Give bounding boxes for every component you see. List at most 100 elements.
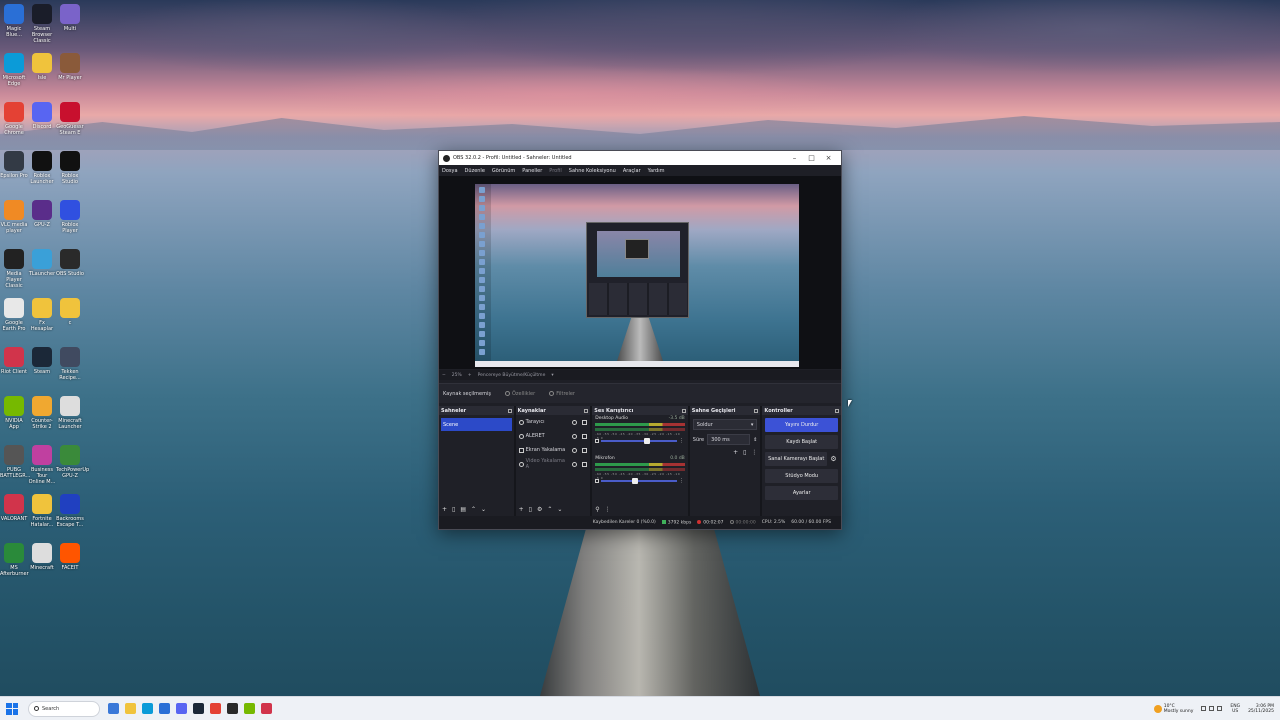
desktop-icon[interactable]: GPU-Z <box>28 198 56 242</box>
eye-icon[interactable] <box>572 419 578 425</box>
eye-icon[interactable] <box>572 447 578 453</box>
eye-icon[interactable] <box>572 433 578 439</box>
taskbar-app-icon[interactable] <box>108 703 119 714</box>
desktop-icon[interactable]: Minecraft Launcher <box>56 394 84 438</box>
lock-icon[interactable] <box>582 461 588 467</box>
desktop-icon[interactable]: Riot Client <box>0 345 28 389</box>
desktop-icon[interactable]: Discord <box>28 100 56 144</box>
taskbar-app-icon[interactable] <box>227 703 238 714</box>
move-down-icon[interactable]: ⌄ <box>481 506 486 513</box>
desktop-icon[interactable]: Roblox Player <box>56 198 84 242</box>
volume-knob[interactable] <box>632 477 639 484</box>
scale-mode[interactable]: Pencereye Büyütme/Küçültme <box>478 373 546 378</box>
taskbar-app-icon[interactable] <box>244 703 255 714</box>
volume-icon[interactable] <box>1217 706 1223 711</box>
add-icon[interactable]: + <box>519 506 524 513</box>
chevron-down-icon[interactable]: ▾ <box>551 373 553 378</box>
source-item-video-capture[interactable]: Video Yakalama A <box>516 457 591 471</box>
volume-slider[interactable] <box>601 477 677 484</box>
menu-file[interactable]: Dosya <box>442 168 458 174</box>
weather-widget[interactable]: 10°C Mostly sunny <box>1153 704 1193 714</box>
dock-float-icon[interactable] <box>507 408 512 413</box>
obs-titlebar[interactable]: OBS 32.0.2 - Profil: Untitled - Sahneler… <box>439 151 841 165</box>
volume-knob[interactable] <box>643 437 650 444</box>
trash-icon[interactable]: ▯ <box>529 506 532 513</box>
desktop-icon[interactable]: Roblox Launcher <box>28 149 56 193</box>
more-icon[interactable]: ⋮ <box>751 449 757 456</box>
dock-float-icon[interactable] <box>584 408 589 413</box>
source-item-aleret[interactable]: ALERET <box>516 429 591 443</box>
duration-input[interactable]: 300 ms <box>707 434 751 445</box>
desktop-icon[interactable]: PUBG BATTLEGR... <box>0 443 30 487</box>
desktop-icon[interactable]: Isle <box>28 51 56 95</box>
zoom-out-icon[interactable]: − <box>442 373 446 378</box>
move-up-icon[interactable]: ⌃ <box>471 506 476 513</box>
start-virtual-camera-button[interactable]: Sanal Kamerayı Başlat <box>765 452 827 466</box>
desktop-icon[interactable]: OBS Studio <box>56 247 84 291</box>
eye-hidden-icon[interactable] <box>572 461 578 467</box>
scene-list-item[interactable]: Scene <box>441 418 512 431</box>
gear-icon[interactable]: ⚙ <box>829 452 838 466</box>
desktop-icon[interactable]: Roblox Studio <box>56 149 84 193</box>
dock-float-icon[interactable] <box>681 408 686 413</box>
desktop-icon[interactable]: Mr Player <box>56 51 84 95</box>
menu-view[interactable]: Görünüm <box>492 168 515 174</box>
volume-slider[interactable] <box>601 437 677 444</box>
taskbar-search[interactable]: Search <box>28 700 100 717</box>
desktop-icon[interactable]: TechPowerUp GPU-Z <box>56 443 89 487</box>
desktop-icon[interactable]: MS Afterburner <box>0 541 29 585</box>
desktop-icon[interactable]: Google Chrome <box>0 100 28 144</box>
add-icon[interactable]: + <box>442 506 447 513</box>
speaker-icon[interactable] <box>595 478 600 483</box>
properties-icon[interactable]: ▤ <box>460 506 466 513</box>
taskbar-app-icon[interactable] <box>159 703 170 714</box>
desktop-icon[interactable]: TLauncher <box>28 247 56 291</box>
taskbar-app-icon[interactable] <box>176 703 187 714</box>
wifi-icon[interactable] <box>1209 706 1215 711</box>
desktop-icon[interactable]: Tekken Recipe... <box>56 345 84 389</box>
maximize-icon[interactable]: □ <box>803 154 820 162</box>
taskbar-app-icon[interactable] <box>261 703 272 714</box>
obs-window[interactable]: OBS 32.0.2 - Profil: Untitled - Sahneler… <box>438 150 842 530</box>
desktop-icon[interactable]: Business Tour Online M... <box>28 443 56 487</box>
stop-streaming-button[interactable]: Yayını Durdur <box>765 418 838 432</box>
menu-help[interactable]: Yardım <box>648 168 665 174</box>
menu-scene-collection[interactable]: Sahne Koleksiyonu <box>569 168 616 174</box>
windows-start-icon[interactable] <box>6 702 18 715</box>
desktop-icon[interactable]: Counter-Strike 2 <box>28 394 56 438</box>
desktop-icon[interactable]: FACEIT <box>56 541 84 585</box>
taskbar-app-icon[interactable] <box>210 703 221 714</box>
stepper-icon[interactable]: ⇕ <box>753 437 757 443</box>
dock-float-icon[interactable] <box>835 408 839 413</box>
taskbar-app-icon[interactable] <box>125 703 136 714</box>
preview-canvas[interactable] <box>475 184 799 367</box>
taskbar-app-icon[interactable] <box>193 703 204 714</box>
link-icon[interactable]: ⚲ <box>595 506 599 513</box>
desktop-icon[interactable]: Steam Browser Classic <box>28 2 56 46</box>
more-icon[interactable]: ⋮ <box>605 506 611 513</box>
source-item-display-capture[interactable]: Ekran Yakalama <box>516 443 591 457</box>
more-icon[interactable]: ⋮ <box>679 478 685 484</box>
menu-profile[interactable]: Profil <box>549 168 561 174</box>
language-indicator[interactable]: ENG US <box>1230 704 1240 714</box>
lock-icon[interactable] <box>582 433 588 439</box>
menu-tools[interactable]: Araçlar <box>623 168 641 174</box>
source-item-browser[interactable]: Tarayıcı <box>516 415 591 429</box>
gear-icon[interactable]: ⚙ <box>537 506 542 513</box>
clock[interactable]: 3:06 PM 25/11/2025 <box>1248 704 1274 714</box>
add-icon[interactable]: + <box>733 449 738 456</box>
trash-icon[interactable]: ▯ <box>452 506 455 513</box>
move-down-icon[interactable]: ⌄ <box>557 506 562 513</box>
speaker-icon[interactable] <box>595 438 600 443</box>
desktop-icon[interactable]: NVIDIA App <box>0 394 28 438</box>
transition-select[interactable]: Soldur ▾ <box>692 419 758 430</box>
dock-float-icon[interactable] <box>754 408 759 413</box>
start-recording-button[interactable]: Kaydı Başlat <box>765 435 838 449</box>
desktop-icon[interactable]: Microsoft Edge <box>0 51 28 95</box>
desktop-icon[interactable]: Minecraft <box>28 541 56 585</box>
desktop-icon[interactable]: Fx Hesaplar <box>28 296 56 340</box>
desktop-icon[interactable]: Backrooms Escape T... <box>56 492 84 536</box>
studio-mode-button[interactable]: Stüdyo Modu <box>765 469 838 483</box>
desktop-icon[interactable]: Magic Blue... <box>0 2 28 46</box>
trash-icon[interactable]: ▯ <box>743 449 746 456</box>
